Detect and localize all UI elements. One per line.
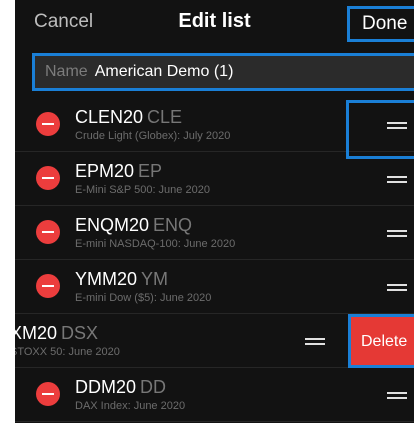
done-button[interactable]: Done: [347, 6, 414, 42]
contract-description: E-Mini S&P 500: June 2020: [75, 184, 210, 196]
contract-description: Crude Light (Globex): July 2020: [75, 130, 231, 142]
list-item: ENQM20 ENQ E-mini NASDAQ-100: June 2020: [15, 206, 414, 260]
name-label: Name: [45, 63, 88, 80]
exchange-code: ENQ: [153, 215, 193, 235]
minus-circle-icon[interactable]: [36, 112, 60, 136]
exchange-code: CLE: [147, 107, 183, 127]
minus-circle-icon[interactable]: [36, 382, 60, 406]
drag-handle-icon[interactable]: [387, 176, 407, 184]
symbol: XM20: [15, 323, 58, 343]
minus-circle-icon[interactable]: [36, 166, 60, 190]
exchange-code: EP: [138, 161, 163, 181]
symbol: CLEN20: [75, 107, 144, 127]
list-name-field[interactable]: Name American Demo (1): [32, 53, 414, 91]
drag-handle-icon[interactable]: [305, 338, 325, 346]
exchange-code: DSX: [61, 323, 99, 343]
exchange-code: DD: [140, 377, 167, 397]
contract-description: DAX Index: June 2020: [75, 400, 186, 412]
symbol: ENQM20: [75, 215, 150, 235]
symbol: YMM20: [75, 269, 138, 289]
contract-description: E-mini Dow ($5): June 2020: [75, 292, 212, 304]
drag-handle-icon[interactable]: [387, 392, 407, 400]
minus-circle-icon[interactable]: [36, 220, 60, 244]
header: Cancel Edit list Done: [15, 0, 414, 46]
list-item: YMM20 YM E-mini Dow ($5): June 2020: [15, 260, 414, 314]
delete-button[interactable]: Delete: [348, 314, 414, 368]
minus-circle-icon[interactable]: [36, 274, 60, 298]
list-item-swiped: XM20 DSX STOXX 50: June 2020 Delete: [15, 314, 414, 368]
list-item: DDM20 DD DAX Index: June 2020: [15, 368, 414, 422]
drag-handle-icon[interactable]: [387, 230, 407, 238]
list-item: EPM20 EP E-Mini S&P 500: June 2020: [15, 152, 414, 206]
symbol: DDM20: [75, 377, 137, 397]
drag-handle-highlight: [346, 100, 414, 159]
drag-handle-icon[interactable]: [387, 284, 407, 292]
symbol: EPM20: [75, 161, 135, 181]
name-input[interactable]: American Demo (1): [95, 63, 234, 80]
contract-description: E-mini NASDAQ-100: June 2020: [75, 238, 236, 250]
edit-list-screen: Cancel Edit list Done Name American Demo …: [15, 0, 414, 423]
contract-description: STOXX 50: June 2020: [15, 346, 120, 358]
exchange-code: YM: [141, 269, 169, 289]
